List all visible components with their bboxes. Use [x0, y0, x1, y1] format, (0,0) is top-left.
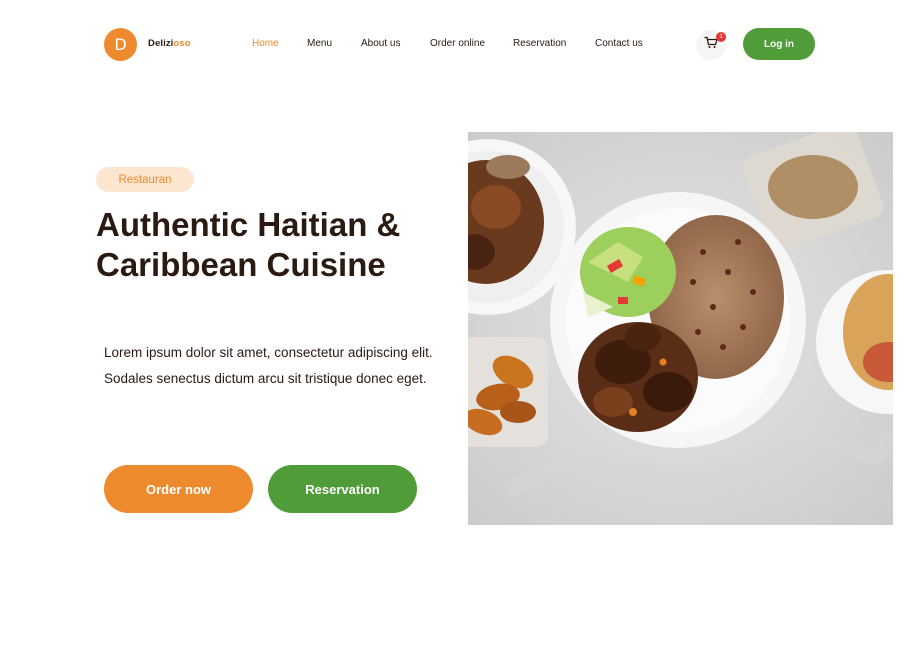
cart-count-badge: 1: [716, 32, 726, 42]
nav-link-home[interactable]: Home: [252, 38, 279, 49]
nav-link-order-online[interactable]: Order online: [430, 38, 485, 49]
top-navigation: D Delizioso Home Menu About us Order onl…: [0, 0, 915, 90]
login-button[interactable]: Log in: [743, 28, 815, 60]
nav-link-contact-us[interactable]: Contact us: [595, 38, 643, 49]
hero-title: Authentic Haitian & Caribbean Cuisine: [96, 205, 456, 285]
nav-link-reservation[interactable]: Reservation: [513, 38, 566, 49]
hero-description: Lorem ipsum dolor sit amet, consectetur …: [104, 345, 433, 386]
nav-link-about-us[interactable]: About us: [361, 38, 400, 49]
order-now-button[interactable]: Order now: [104, 465, 253, 513]
hero-title-line2: Caribbean Cuisine: [96, 246, 386, 283]
reservation-button[interactable]: Reservation: [268, 465, 417, 513]
hero-title-line1: Authentic Haitian &: [96, 206, 401, 243]
category-tag: Restauran: [96, 167, 194, 192]
nav-link-menu[interactable]: Menu: [307, 38, 332, 49]
hero-food-image: [468, 132, 893, 525]
